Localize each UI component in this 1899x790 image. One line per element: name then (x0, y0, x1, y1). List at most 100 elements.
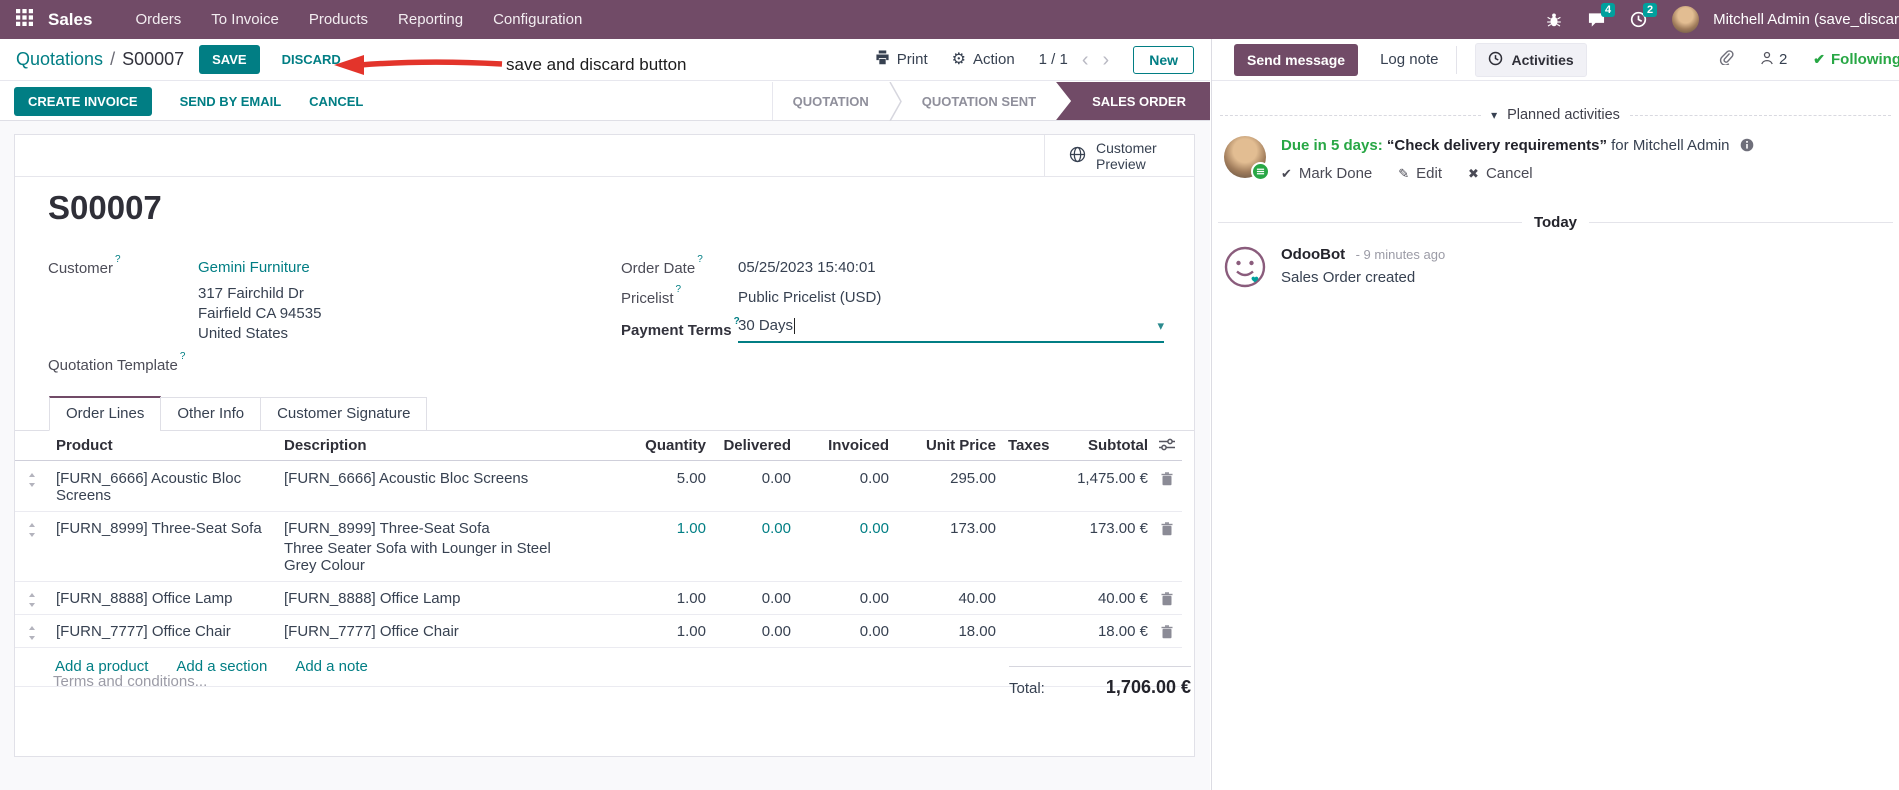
tab-customer-signature[interactable]: Customer Signature (260, 397, 428, 431)
delete-line-button[interactable] (1152, 590, 1182, 606)
cell-invoiced[interactable]: 0.00 (794, 590, 892, 607)
log-note-button[interactable]: Log note (1380, 51, 1438, 68)
user-avatar[interactable] (1672, 6, 1700, 33)
cell-description[interactable]: [FURN_8888] Office Lamp (277, 590, 587, 607)
apps-menu-button[interactable] (0, 8, 48, 31)
nav-menu-reporting[interactable]: Reporting (383, 0, 478, 39)
delete-line-button[interactable] (1152, 470, 1182, 486)
app-name[interactable]: Sales (48, 10, 92, 30)
nav-menu-to-invoice[interactable]: To Invoice (196, 0, 294, 39)
drag-handle-icon[interactable] (15, 470, 49, 487)
order-line-row[interactable]: [FURN_7777] Office Chair [FURN_7777] Off… (15, 615, 1182, 648)
edit-activity-button[interactable]: ✎ Edit (1398, 165, 1442, 182)
order-line-row[interactable]: [FURN_8888] Office Lamp [FURN_8888] Offi… (15, 582, 1182, 615)
attachment-paperclip-icon[interactable] (1718, 49, 1734, 70)
pager-next-icon[interactable]: › (1103, 50, 1110, 70)
cell-unit-price[interactable]: 18.00 (892, 623, 999, 640)
cell-unit-price[interactable]: 173.00 (892, 520, 999, 537)
dropdown-caret-icon[interactable]: ▾ (1157, 318, 1164, 334)
activities-button[interactable]: Activities (1475, 42, 1587, 77)
cell-unit-price[interactable]: 295.00 (892, 470, 999, 487)
following-button[interactable]: ✔ Following (1813, 51, 1899, 68)
nav-menu-configuration[interactable]: Configuration (478, 0, 597, 39)
delete-line-button[interactable] (1152, 623, 1182, 639)
status-step-sales-order[interactable]: SALES ORDER (1056, 82, 1210, 120)
column-taxes[interactable]: Taxes (999, 437, 1059, 454)
column-unit-price[interactable]: Unit Price (892, 437, 999, 454)
following-label: Following (1831, 51, 1899, 68)
nav-menu-products[interactable]: Products (294, 0, 383, 39)
customer-preview-button[interactable]: Customer Preview (1044, 135, 1194, 177)
cell-delivered[interactable]: 0.00 (709, 520, 794, 537)
activities-clock-icon[interactable]: 2 (1620, 0, 1658, 39)
cell-invoiced[interactable]: 0.00 (794, 520, 892, 537)
action-button[interactable]: ⚙ Action (952, 51, 1015, 68)
print-button[interactable]: Print (875, 50, 928, 69)
cell-description[interactable]: [FURN_6666] Acoustic Bloc Screens (277, 470, 587, 487)
column-quantity[interactable]: Quantity (587, 437, 709, 454)
cancel-button[interactable]: CANCEL (309, 94, 363, 109)
pricelist-value[interactable]: Public Pricelist (USD) (738, 289, 881, 306)
delete-line-button[interactable] (1152, 520, 1182, 536)
debug-bug-icon[interactable] (1536, 0, 1572, 39)
planned-activities-label[interactable]: Planned activities (1507, 107, 1620, 123)
tab-order-lines[interactable]: Order Lines (49, 396, 162, 431)
order-line-row[interactable]: [FURN_8999] Three-Seat Sofa [FURN_8999] … (15, 512, 1182, 582)
cell-quantity[interactable]: 5.00 (587, 470, 709, 487)
cell-product[interactable]: [FURN_7777] Office Chair (49, 623, 277, 640)
order-title: S00007 (48, 189, 162, 226)
order-date-value[interactable]: 05/25/2023 15:40:01 (738, 259, 876, 276)
cancel-activity-button[interactable]: ✖ Cancel (1468, 165, 1533, 182)
drag-handle-icon[interactable] (15, 623, 49, 640)
message-author[interactable]: OdooBot (1281, 246, 1345, 263)
breadcrumb-quotations-link[interactable]: Quotations (16, 49, 103, 70)
create-invoice-button[interactable]: CREATE INVOICE (14, 86, 152, 116)
status-step-quotation-sent[interactable]: QUOTATION SENT (902, 82, 1056, 120)
drag-handle-icon[interactable] (15, 520, 49, 537)
column-options[interactable] (1152, 436, 1182, 455)
column-delivered[interactable]: Delivered (709, 437, 794, 454)
cell-unit-price[interactable]: 40.00 (892, 590, 999, 607)
drag-handle-icon[interactable] (15, 590, 49, 607)
cell-quantity[interactable]: 1.00 (587, 520, 709, 537)
mark-done-button[interactable]: ✔ Mark Done (1281, 165, 1372, 182)
collapse-caret-icon[interactable]: ▾ (1491, 108, 1497, 122)
cell-invoiced[interactable]: 0.00 (794, 470, 892, 487)
cell-description[interactable]: [FURN_7777] Office Chair (277, 623, 587, 640)
cell-invoiced[interactable]: 0.00 (794, 623, 892, 640)
cell-product[interactable]: [FURN_8888] Office Lamp (49, 590, 277, 607)
terms-and-conditions-placeholder[interactable]: Terms and conditions... (53, 673, 207, 690)
cell-delivered[interactable]: 0.00 (709, 590, 794, 607)
cell-product[interactable]: [FURN_8999] Three-Seat Sofa (49, 520, 277, 537)
save-button[interactable]: SAVE (199, 45, 260, 74)
cell-description[interactable]: [FURN_8999] Three-Seat Sofa Three Seater … (277, 520, 587, 574)
user-name[interactable]: Mitchell Admin (save_discar (1713, 11, 1899, 28)
send-message-button[interactable]: Send message (1234, 43, 1359, 76)
status-step-quotation[interactable]: QUOTATION (773, 82, 889, 120)
systray: 4 2 Mitchell Admin (save_discar (1536, 0, 1899, 39)
new-button[interactable]: New (1133, 45, 1194, 74)
info-icon[interactable] (1740, 138, 1754, 156)
cell-product[interactable]: [FURN_6666] Acoustic Bloc Screens (49, 470, 277, 504)
column-description[interactable]: Description (277, 437, 587, 454)
add-note-link[interactable]: Add a note (295, 658, 368, 675)
cell-quantity[interactable]: 1.00 (587, 590, 709, 607)
column-invoiced[interactable]: Invoiced (794, 437, 892, 454)
cell-delivered[interactable]: 0.00 (709, 623, 794, 640)
payment-terms-input[interactable]: 30 Days ▾ (738, 317, 1164, 343)
nav-menu-orders[interactable]: Orders (120, 0, 196, 39)
column-product[interactable]: Product (49, 437, 277, 454)
pager-prev-icon[interactable]: ‹ (1082, 50, 1089, 70)
cell-delivered[interactable]: 0.00 (709, 470, 794, 487)
column-subtotal[interactable]: Subtotal (1059, 437, 1152, 454)
send-by-email-button[interactable]: SEND BY EMAIL (180, 94, 282, 109)
messages-icon[interactable]: 4 (1578, 0, 1616, 39)
followers-person-icon (1760, 51, 1774, 69)
order-line-row[interactable]: [FURN_6666] Acoustic Bloc Screens [FURN_… (15, 462, 1182, 512)
notebook-tabs: Order Lines Other Info Customer Signatur… (15, 396, 1194, 431)
followers-button[interactable]: 2 (1760, 51, 1787, 69)
activity-summary: “Check delivery requirements” (1386, 137, 1607, 154)
customer-name-link[interactable]: Gemini Furniture (198, 259, 310, 276)
tab-other-info[interactable]: Other Info (160, 397, 262, 431)
cell-quantity[interactable]: 1.00 (587, 623, 709, 640)
